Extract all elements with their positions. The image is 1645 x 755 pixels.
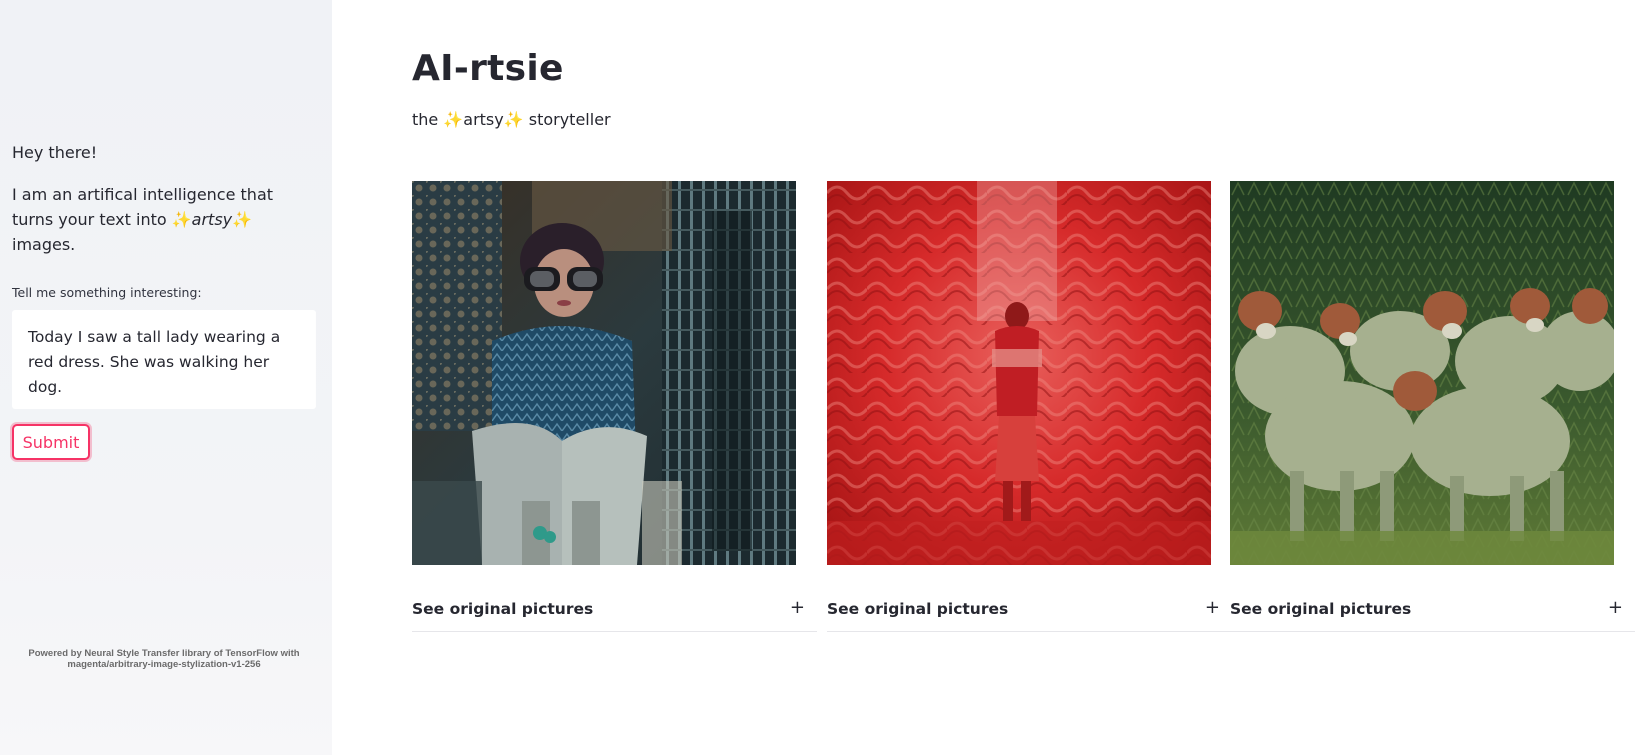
page-title: AI-rtsie — [412, 48, 564, 89]
sparkle-icon: ✨ — [171, 210, 192, 229]
image-card-1: See original pictures + — [412, 181, 817, 632]
expander-label: See original pictures — [1230, 600, 1412, 618]
stylized-image-dogs — [1230, 181, 1614, 565]
input-label: Tell me something interesting: — [12, 285, 202, 300]
expander-label: See original pictures — [412, 600, 594, 618]
stylized-image-lady — [412, 181, 796, 565]
expander-see-original-1[interactable]: See original pictures + — [412, 589, 817, 632]
sparkle-icon: ✨ — [232, 210, 253, 229]
page-subtitle: the ✨artsy✨ storyteller — [412, 110, 611, 129]
stylized-image-red-dress — [827, 181, 1211, 565]
intro-text-end: images. — [12, 235, 76, 254]
plus-icon: + — [1204, 597, 1220, 618]
plus-icon: + — [789, 597, 805, 618]
image-card-2: See original pictures + — [827, 181, 1232, 632]
expander-label: See original pictures — [827, 600, 1009, 618]
submit-button[interactable]: Submit — [12, 424, 90, 460]
greeting-text: Hey there! — [12, 143, 98, 162]
plus-icon: + — [1607, 597, 1623, 618]
intro-text-emphasis: artsy — [191, 210, 233, 229]
story-input[interactable]: Today I saw a tall lady wearing a red dr… — [12, 310, 316, 409]
intro-text: I am an artifical intelligence that turn… — [12, 182, 312, 257]
sidebar: Hey there! I am an artifical intelligenc… — [0, 0, 332, 755]
image-card-3: See original pictures + — [1230, 181, 1635, 632]
expander-see-original-3[interactable]: See original pictures + — [1230, 589, 1635, 632]
footer-credit: Powered by Neural Style Transfer library… — [28, 648, 300, 670]
expander-see-original-2[interactable]: See original pictures + — [827, 589, 1232, 632]
